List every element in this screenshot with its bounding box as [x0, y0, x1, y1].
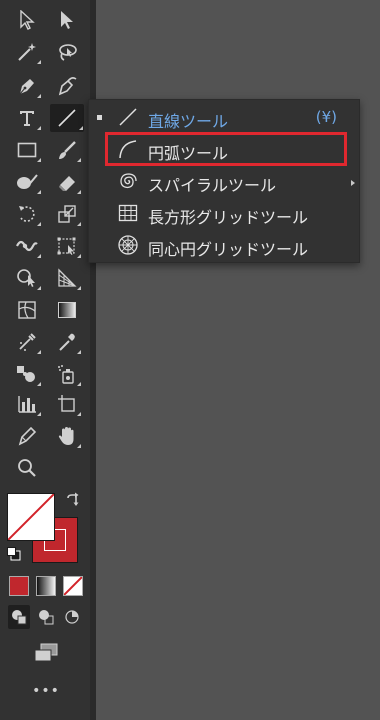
perspective-grid-tool-icon[interactable] — [52, 264, 82, 292]
eyedropper-tool-icon[interactable] — [52, 328, 82, 356]
selection-tool-icon[interactable] — [12, 6, 42, 34]
draw-normal-icon[interactable] — [8, 605, 30, 629]
line-segment-tool-icon[interactable] — [50, 104, 84, 132]
flyout-item-line-segment[interactable]: 直線ツール (¥) — [89, 102, 359, 132]
eraser-tool-icon[interactable] — [52, 168, 82, 196]
free-transform-tool-icon[interactable] — [52, 232, 82, 260]
gradient-tool-icon[interactable] — [52, 296, 82, 324]
edit-toolbar-button[interactable]: ••• — [30, 683, 62, 699]
tearoff-arrow-icon[interactable] — [351, 180, 355, 186]
pen-tool-icon[interactable] — [12, 72, 42, 100]
rectangle-tool-icon[interactable] — [12, 136, 42, 164]
flyout-item-label: スパイラルツール — [148, 176, 277, 195]
draw-behind-icon[interactable] — [35, 605, 57, 629]
flyout-item-spiral[interactable]: スパイラルツール — [89, 166, 359, 196]
color-mode-button[interactable] — [9, 576, 29, 596]
draw-inside-icon[interactable] — [61, 605, 83, 629]
default-fill-stroke-icon[interactable] — [4, 544, 24, 564]
zoom-tool-icon[interactable] — [12, 454, 42, 482]
gradient-mode-button[interactable] — [36, 576, 56, 596]
polar-grid-icon — [117, 234, 139, 256]
rotate-tool-icon[interactable] — [12, 200, 42, 228]
shape-builder-tool-icon[interactable] — [12, 264, 42, 292]
line-segment-icon — [117, 106, 139, 128]
hand-tool-icon[interactable] — [52, 422, 82, 450]
swap-fill-stroke-icon[interactable] — [60, 488, 86, 512]
lasso-tool-icon[interactable] — [52, 38, 82, 66]
width-tool-icon[interactable] — [12, 232, 42, 260]
flyout-item-polar-grid[interactable]: 同心円グリッドツール — [89, 230, 359, 260]
shaper-tool-icon[interactable] — [12, 168, 42, 196]
flyout-item-rectangular-grid[interactable]: 長方形グリッドツール — [89, 198, 359, 228]
flyout-item-label: 直線ツール — [148, 112, 229, 131]
direct-selection-tool-icon[interactable] — [52, 6, 82, 34]
curvature-tool-icon[interactable] — [52, 72, 82, 100]
column-graph-tool-icon[interactable] — [12, 390, 42, 418]
type-tool-icon[interactable] — [12, 104, 42, 132]
flyout-item-label: 同心円グリッドツール — [148, 240, 309, 259]
eyedropper-secondary-icon[interactable] — [12, 328, 42, 356]
blend-tool-icon[interactable] — [12, 360, 42, 388]
current-tool-indicator — [97, 115, 102, 120]
symbol-sprayer-tool-icon[interactable] — [52, 360, 82, 388]
rectangular-grid-icon — [117, 202, 139, 224]
tools-panel: ••• — [0, 0, 90, 720]
flyout-item-shortcut: (¥) — [315, 108, 337, 126]
screen-mode-icon[interactable] — [28, 640, 64, 666]
paintbrush-tool-icon[interactable] — [52, 136, 82, 164]
fill-swatch[interactable] — [7, 493, 55, 541]
spiral-icon — [117, 170, 139, 192]
selection-highlight — [105, 132, 347, 166]
magic-wand-tool-icon[interactable] — [12, 38, 42, 66]
line-tools-flyout: 直線ツール (¥) 円弧ツール スパイラルツール 長方形グリッドツール 同心円グ… — [88, 99, 360, 263]
scale-tool-icon[interactable] — [52, 200, 82, 228]
mesh-tool-icon[interactable] — [12, 296, 42, 324]
flyout-item-label: 長方形グリッドツール — [148, 208, 309, 227]
artboard-tool-icon[interactable] — [52, 390, 82, 418]
none-mode-button[interactable] — [63, 576, 83, 596]
pencil-tool-icon[interactable] — [12, 422, 42, 450]
